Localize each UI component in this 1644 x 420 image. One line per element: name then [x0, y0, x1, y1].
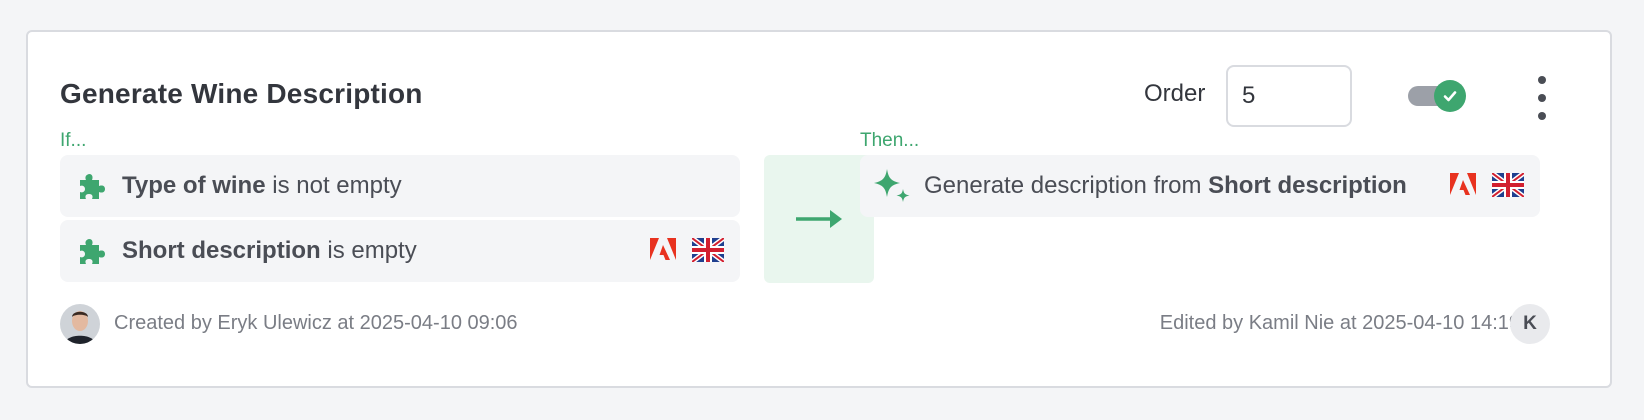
uk-flag-icon	[1492, 173, 1524, 197]
condition-field: Short description	[122, 237, 321, 264]
action-description: Generate description from	[924, 172, 1202, 199]
editor-avatar: K	[1510, 304, 1550, 344]
sparkle-icon	[874, 169, 910, 202]
action-row[interactable]: Generate description from Short descript…	[860, 155, 1540, 217]
adobe-icon	[650, 238, 676, 260]
rule-title: Generate Wine Description	[60, 78, 423, 109]
toggle-knob	[1434, 80, 1466, 112]
condition-text: Type of wine is not empty	[122, 172, 402, 200]
adobe-icon	[1450, 173, 1476, 195]
rule-card: Generate Wine Description Order If... Ty…	[26, 30, 1612, 388]
uk-flag-icon	[692, 238, 724, 262]
more-options-icon[interactable]	[1532, 76, 1552, 120]
then-label: Then...	[860, 130, 920, 151]
condition-row[interactable]: Short description is empty	[60, 220, 740, 282]
enabled-toggle[interactable]	[1408, 80, 1466, 112]
condition-text: Short description is empty	[122, 237, 417, 265]
order-label: Order	[1144, 80, 1206, 107]
puzzle-icon	[80, 174, 105, 199]
action-text: Generate description from Short descript…	[924, 172, 1407, 200]
edited-info: Edited by Kamil Nie at 2025-04-10 14:19	[1159, 312, 1520, 334]
created-info: Created by Eryk Ulewicz at 2025-04-10 09…	[114, 312, 518, 334]
condition-field: Type of wine	[122, 172, 266, 199]
condition-row[interactable]: Type of wine is not empty	[60, 155, 740, 217]
if-label: If...	[60, 130, 87, 151]
creator-avatar	[60, 304, 100, 344]
condition-operator: is not empty	[272, 172, 402, 199]
arrow-right-icon	[796, 210, 842, 228]
order-input[interactable]	[1226, 65, 1352, 127]
action-flags	[1450, 173, 1524, 197]
condition-operator: is empty	[327, 237, 417, 264]
action-field: Short description	[1208, 172, 1407, 199]
arrow-connector	[764, 155, 874, 283]
check-icon	[1443, 91, 1457, 102]
puzzle-icon	[80, 239, 105, 264]
condition-flags	[650, 238, 724, 262]
